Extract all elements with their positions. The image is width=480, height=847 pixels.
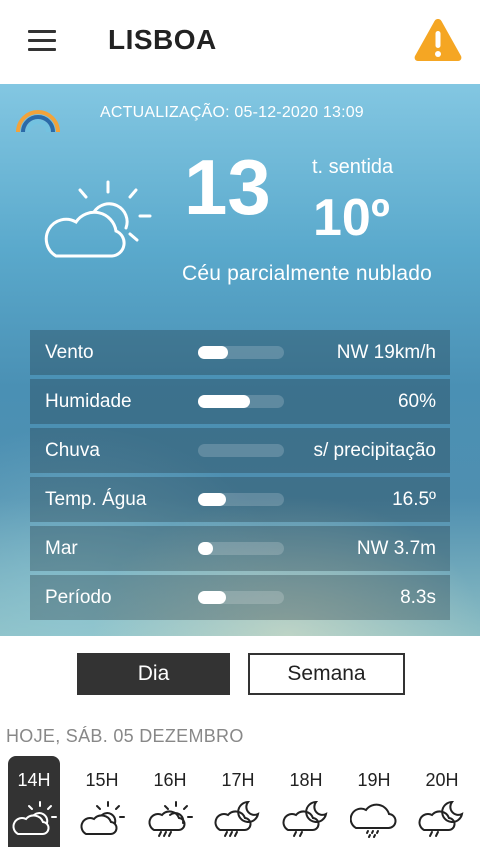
hour-item[interactable]: 16H [144,756,196,847]
level-fill [198,493,227,506]
detail-row-wind: Vento NW 19km/h [30,330,450,375]
current-temperature: 13 [184,143,271,231]
hour-label: 19H [357,770,391,790]
hour-label: 20H [425,770,459,790]
detail-row-sea: Mar NW 3.7m [30,526,450,571]
rain-sun-cloud-icon [148,801,193,837]
detail-value: 8.3s [400,587,436,608]
detail-label: Temp. Água [45,489,147,510]
city-title: LISBOA [108,24,217,55]
rain-moon-cloud-icon [418,800,464,837]
tab-week[interactable]: Semana [248,653,405,695]
detail-label: Período [45,587,112,608]
feels-like-value: 10º [313,189,390,247]
level-bar [198,591,284,604]
current-weather-panel: ACTUALIZAÇÃO: 05-12-2020 13:09 13 t. sen… [0,84,480,636]
detail-row-water-temp: Temp. Água 16.5º [30,477,450,522]
hamburger-menu-icon[interactable] [28,30,56,52]
tab-day[interactable]: Dia [77,653,230,695]
hour-label: 15H [85,770,119,790]
detail-label: Humidade [45,391,132,412]
detail-value: s/ precipitação [313,440,436,461]
hourly-forecast-strip[interactable]: 14H 15H 16H 17H 18H 19H 20H [0,756,480,847]
partly-cloudy-day-icon [12,801,57,835]
detail-row-humidity: Humidade 60% [30,379,450,424]
rain-moon-cloud-icon [282,800,328,837]
detail-row-period: Período 8.3s [30,575,450,620]
level-bar [198,444,284,457]
drizzle-cloud-icon [350,803,397,838]
partly-cloudy-day-icon [80,801,125,835]
detail-value: NW 3.7m [356,538,436,559]
level-bar [198,346,284,359]
level-fill [198,591,227,604]
level-fill [198,395,250,408]
level-bar [198,493,284,506]
weather-description: Céu parcialmente nublado [182,262,432,285]
update-timestamp: ACTUALIZAÇÃO: 05-12-2020 13:09 [100,104,364,121]
rainbow-logo-icon [14,104,62,136]
detail-value: 60% [397,391,436,412]
partly-cloudy-day-icon [34,176,154,266]
level-bar [198,542,284,555]
forecast-date-label: HOJE, SÁB. 05 DEZEMBRO [6,726,244,746]
warning-triangle-icon[interactable] [412,16,464,64]
detail-label: Mar [45,538,78,559]
detail-value: 16.5º [392,489,436,510]
level-fill [198,542,214,555]
app-header: LISBOA [0,0,480,84]
detail-label: Vento [45,342,94,363]
detail-value: NW 19km/h [336,342,436,363]
hour-item[interactable]: 19H [348,756,400,847]
detail-label: Chuva [45,440,100,461]
hour-item[interactable]: 14H [8,756,60,847]
hour-label: 17H [221,770,255,790]
hour-item[interactable]: 18H [280,756,332,847]
level-fill [198,346,229,359]
detail-row-rain: Chuva s/ precipitação [30,428,450,473]
hour-label: 14H [17,770,51,790]
level-bar [198,395,284,408]
hour-item[interactable]: 20H [416,756,468,847]
hour-item[interactable]: 17H [212,756,264,847]
details-list: Vento NW 19km/h Humidade 60% Chuva s/ pr… [30,330,450,624]
hour-label: 18H [289,770,323,790]
rain-moon-cloud-icon [214,800,260,837]
feels-like-label: t. sentida [312,156,394,178]
hour-label: 16H [153,770,187,790]
hour-item[interactable]: 15H [76,756,128,847]
